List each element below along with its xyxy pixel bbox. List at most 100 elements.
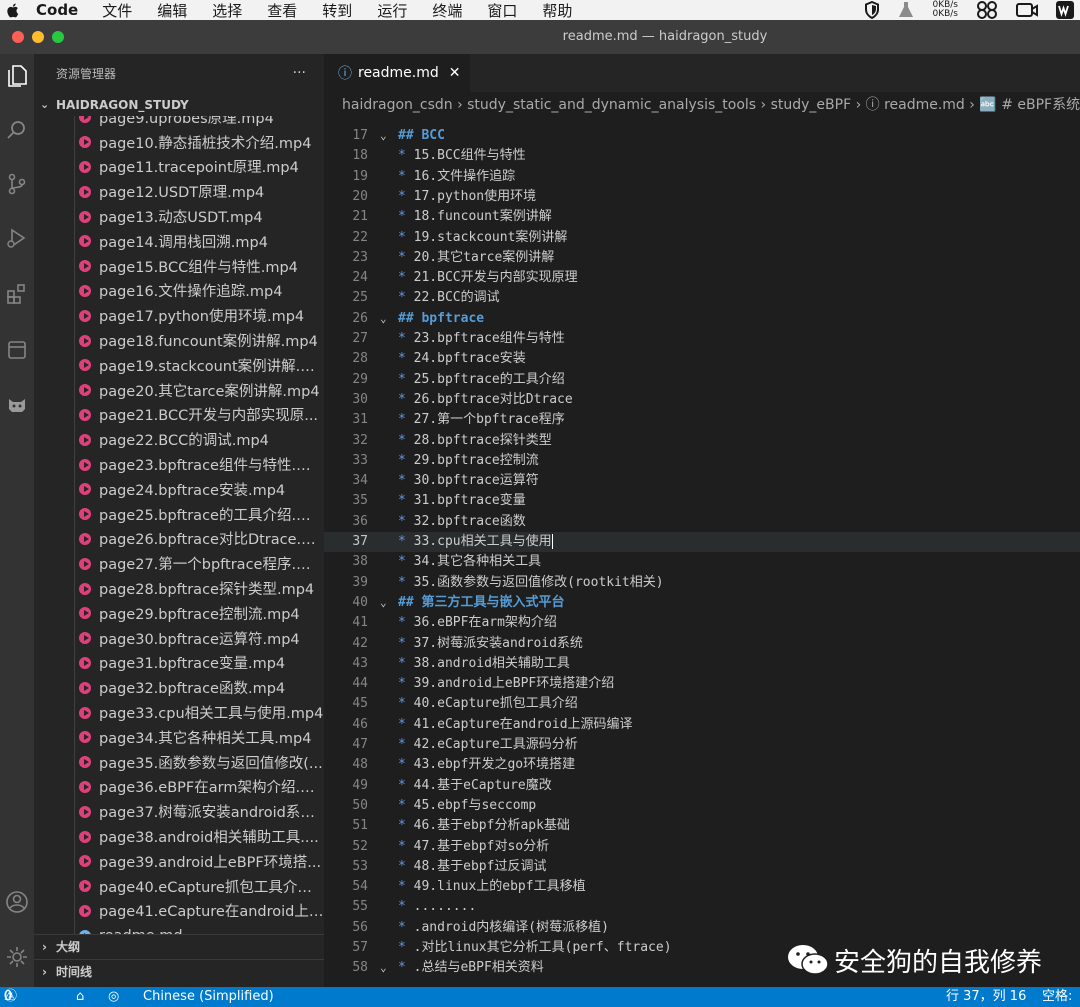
file-item[interactable]: readme.md [34, 923, 324, 934]
code-line[interactable]: 20 * 17.python使用环境 [324, 187, 1080, 207]
file-item[interactable]: page33.cpu相关工具与使用.mp4 [34, 700, 324, 725]
screen-mirror-icon[interactable] [1016, 2, 1038, 18]
extensions-icon[interactable] [0, 276, 34, 312]
file-item[interactable]: page26.bpftrace对比Dtrace.mp4 [34, 527, 324, 552]
menu-terminal[interactable]: 终端 [432, 0, 462, 21]
file-item[interactable]: page12.USDT原理.mp4 [34, 179, 324, 204]
file-item[interactable]: page22.BCC的调试.mp4 [34, 427, 324, 452]
code-line[interactable]: 46 * 41.eCapture在android上源码编译 [324, 715, 1080, 735]
extension-robot-icon[interactable] [0, 386, 34, 422]
flask-icon[interactable] [898, 1, 914, 19]
close-tab-icon[interactable]: ✕ [449, 65, 461, 81]
file-item[interactable]: page9.uprobes原理.mp4 [34, 116, 324, 130]
code-line[interactable]: 43 * 38.android相关辅助工具 [324, 654, 1080, 674]
file-item[interactable]: page11.tracepoint原理.mp4 [34, 155, 324, 180]
fold-chevron-icon[interactable]: ⌄ [380, 958, 387, 978]
outline-section[interactable]: › 大纲 [34, 934, 324, 959]
file-item[interactable]: page39.android上eBPF环境搭... [34, 849, 324, 874]
code-line[interactable]: 53 * 48.基于ebpf过反调试 [324, 857, 1080, 877]
fold-chevron-icon[interactable]: ⌄ [380, 593, 387, 613]
code-line[interactable]: 21 * 18.funcount案例讲解 [324, 207, 1080, 227]
remote-explorer-icon[interactable] [0, 332, 34, 368]
code-line[interactable]: 33 * 29.bpftrace控制流 [324, 451, 1080, 471]
file-item[interactable]: page28.bpftrace探针类型.mp4 [34, 576, 324, 601]
menu-view[interactable]: 查看 [267, 0, 297, 21]
live-share-icon[interactable]: ◎ [108, 987, 119, 1007]
tab-readme[interactable]: ⓘ readme.md ✕ [324, 54, 470, 92]
code-line[interactable]: 41 * 36.eBPF在arm架构介绍 [324, 613, 1080, 633]
code-line[interactable]: 29 * 25.bpftrace的工具介绍 [324, 370, 1080, 390]
code-line[interactable]: 51 * 46.基于ebpf分析apk基础 [324, 816, 1080, 836]
code-line[interactable]: 47 * 42.eCapture工具源码分析 [324, 735, 1080, 755]
menu-selection[interactable]: 选择 [212, 0, 242, 21]
code-line[interactable]: 49 * 44.基于eCapture魔改 [324, 776, 1080, 796]
file-item[interactable]: page19.stackcount案例讲解.mp4 [34, 353, 324, 378]
file-item[interactable]: page16.文件操作追踪.mp4 [34, 279, 324, 304]
code-line[interactable]: 35 * 31.bpftrace变量 [324, 491, 1080, 511]
code-line[interactable]: 48 * 43.ebpf开发之go环境搭建 [324, 755, 1080, 775]
code-line[interactable]: 22 * 19.stackcount案例讲解 [324, 228, 1080, 248]
file-item[interactable]: page32.bpftrace函数.mp4 [34, 675, 324, 700]
menu-file[interactable]: 文件 [102, 0, 132, 21]
code-line[interactable]: 30 * 26.bpftrace对比Dtrace [324, 390, 1080, 410]
file-item[interactable]: page38.android相关辅助工具.... [34, 824, 324, 849]
shield-icon[interactable] [864, 1, 880, 19]
code-line[interactable]: 34 * 30.bpftrace运算符 [324, 471, 1080, 491]
code-line[interactable]: 36 * 32.bpftrace函数 [324, 512, 1080, 532]
timeline-section[interactable]: › 时间线 [34, 959, 324, 984]
file-item[interactable]: page41.eCapture在android上源... [34, 899, 324, 924]
code-line[interactable]: 38 * 34.其它各种相关工具 [324, 552, 1080, 572]
file-item[interactable]: page40.eCapture抓包工具介绍.... [34, 874, 324, 899]
code-line[interactable]: 55 * ........ [324, 897, 1080, 917]
code-line[interactable]: 31 * 27.第一个bpftrace程序 [324, 410, 1080, 430]
settings-gear-icon[interactable] [0, 939, 34, 975]
menu-go[interactable]: 转到 [322, 0, 352, 21]
fold-chevron-icon[interactable]: ⌄ [380, 309, 387, 329]
menu-window[interactable]: 窗口 [487, 0, 517, 21]
app-menu[interactable]: Code [36, 1, 78, 19]
file-item[interactable]: page29.bpftrace控制流.mp4 [34, 601, 324, 626]
code-line[interactable]: 23 * 20.其它tarce案例讲解 [324, 248, 1080, 268]
file-item[interactable]: page25.bpftrace的工具介绍.mp4 [34, 502, 324, 527]
run-debug-icon[interactable] [0, 220, 34, 256]
apple-logo-icon[interactable] [4, 1, 22, 19]
code-line[interactable]: 44 * 39.android上eBPF环境搭建介绍 [324, 674, 1080, 694]
indentation-status[interactable]: 空格: [1042, 987, 1072, 1007]
file-item[interactable]: page15.BCC组件与特性.mp4 [34, 254, 324, 279]
menu-edit[interactable]: 编辑 [157, 0, 187, 21]
code-line[interactable]: 42 * 37.树莓派安装android系统 [324, 634, 1080, 654]
code-line[interactable]: 39 * 35.函数参数与返回值修改(rootkit相关) [324, 573, 1080, 593]
workspace-root-folder[interactable]: ⌄ HAIDRAGON_STUDY [34, 94, 324, 116]
fold-chevron-icon[interactable]: ⌄ [380, 126, 387, 146]
file-item[interactable]: page31.bpftrace变量.mp4 [34, 651, 324, 676]
code-line[interactable]: 18 * 15.BCC组件与特性 [324, 146, 1080, 166]
source-control-icon[interactable] [0, 166, 34, 202]
file-item[interactable]: page18.funcount案例讲解.mp4 [34, 328, 324, 353]
code-line[interactable]: 24 * 21.BCC开发与内部实现原理 [324, 268, 1080, 288]
file-item[interactable]: page24.bpftrace安装.mp4 [34, 477, 324, 502]
menu-run[interactable]: 运行 [377, 0, 407, 21]
explorer-icon[interactable] [0, 58, 34, 94]
file-item[interactable]: page36.eBPF在arm架构介绍.m... [34, 775, 324, 800]
file-item[interactable]: page14.调用栈回溯.mp4 [34, 229, 324, 254]
code-line[interactable]: 54 * 49.linux上的ebpf工具移植 [324, 877, 1080, 897]
file-item[interactable]: page34.其它各种相关工具.mp4 [34, 725, 324, 750]
code-line[interactable]: 32 * 28.bpftrace探针类型 [324, 431, 1080, 451]
file-item[interactable]: page30.bpftrace运算符.mp4 [34, 626, 324, 651]
file-item[interactable]: page27.第一个bpftrace程序.mp4 [34, 551, 324, 576]
file-item[interactable]: page17.python使用环境.mp4 [34, 303, 324, 328]
file-item[interactable]: page21.BCC开发与内部实现原... [34, 403, 324, 428]
code-line[interactable]: 19 * 16.文件操作追踪 [324, 167, 1080, 187]
home-icon[interactable]: ⌂ [76, 987, 84, 1007]
file-item[interactable]: page35.函数参数与返回值修改(... [34, 750, 324, 775]
breadcrumb[interactable]: haidragon_csdn › study_static_and_dynami… [324, 92, 1080, 118]
file-item[interactable]: page23.bpftrace组件与特性.mp4 [34, 452, 324, 477]
code-editor[interactable]: 17 ⌄ ## BCC 18 * 15.BCC组件与特性 19 * 16.文件操作追踪 20 *… [324, 118, 1080, 987]
code-line[interactable]: 50 * 45.ebpf与seccomp [324, 796, 1080, 816]
cursor-position[interactable]: 行 37，列 16 [946, 987, 1026, 1007]
language-status[interactable]: Chinese (Simplified) [143, 987, 274, 1007]
file-item[interactable]: page10.静态插桩技术介绍.mp4 [34, 130, 324, 155]
code-line[interactable]: 37 * 33.cpu相关工具与使用 [324, 532, 1080, 553]
code-line[interactable]: 52 * 47.基于ebpf对so分析 [324, 837, 1080, 857]
wps-icon[interactable] [1056, 1, 1074, 19]
